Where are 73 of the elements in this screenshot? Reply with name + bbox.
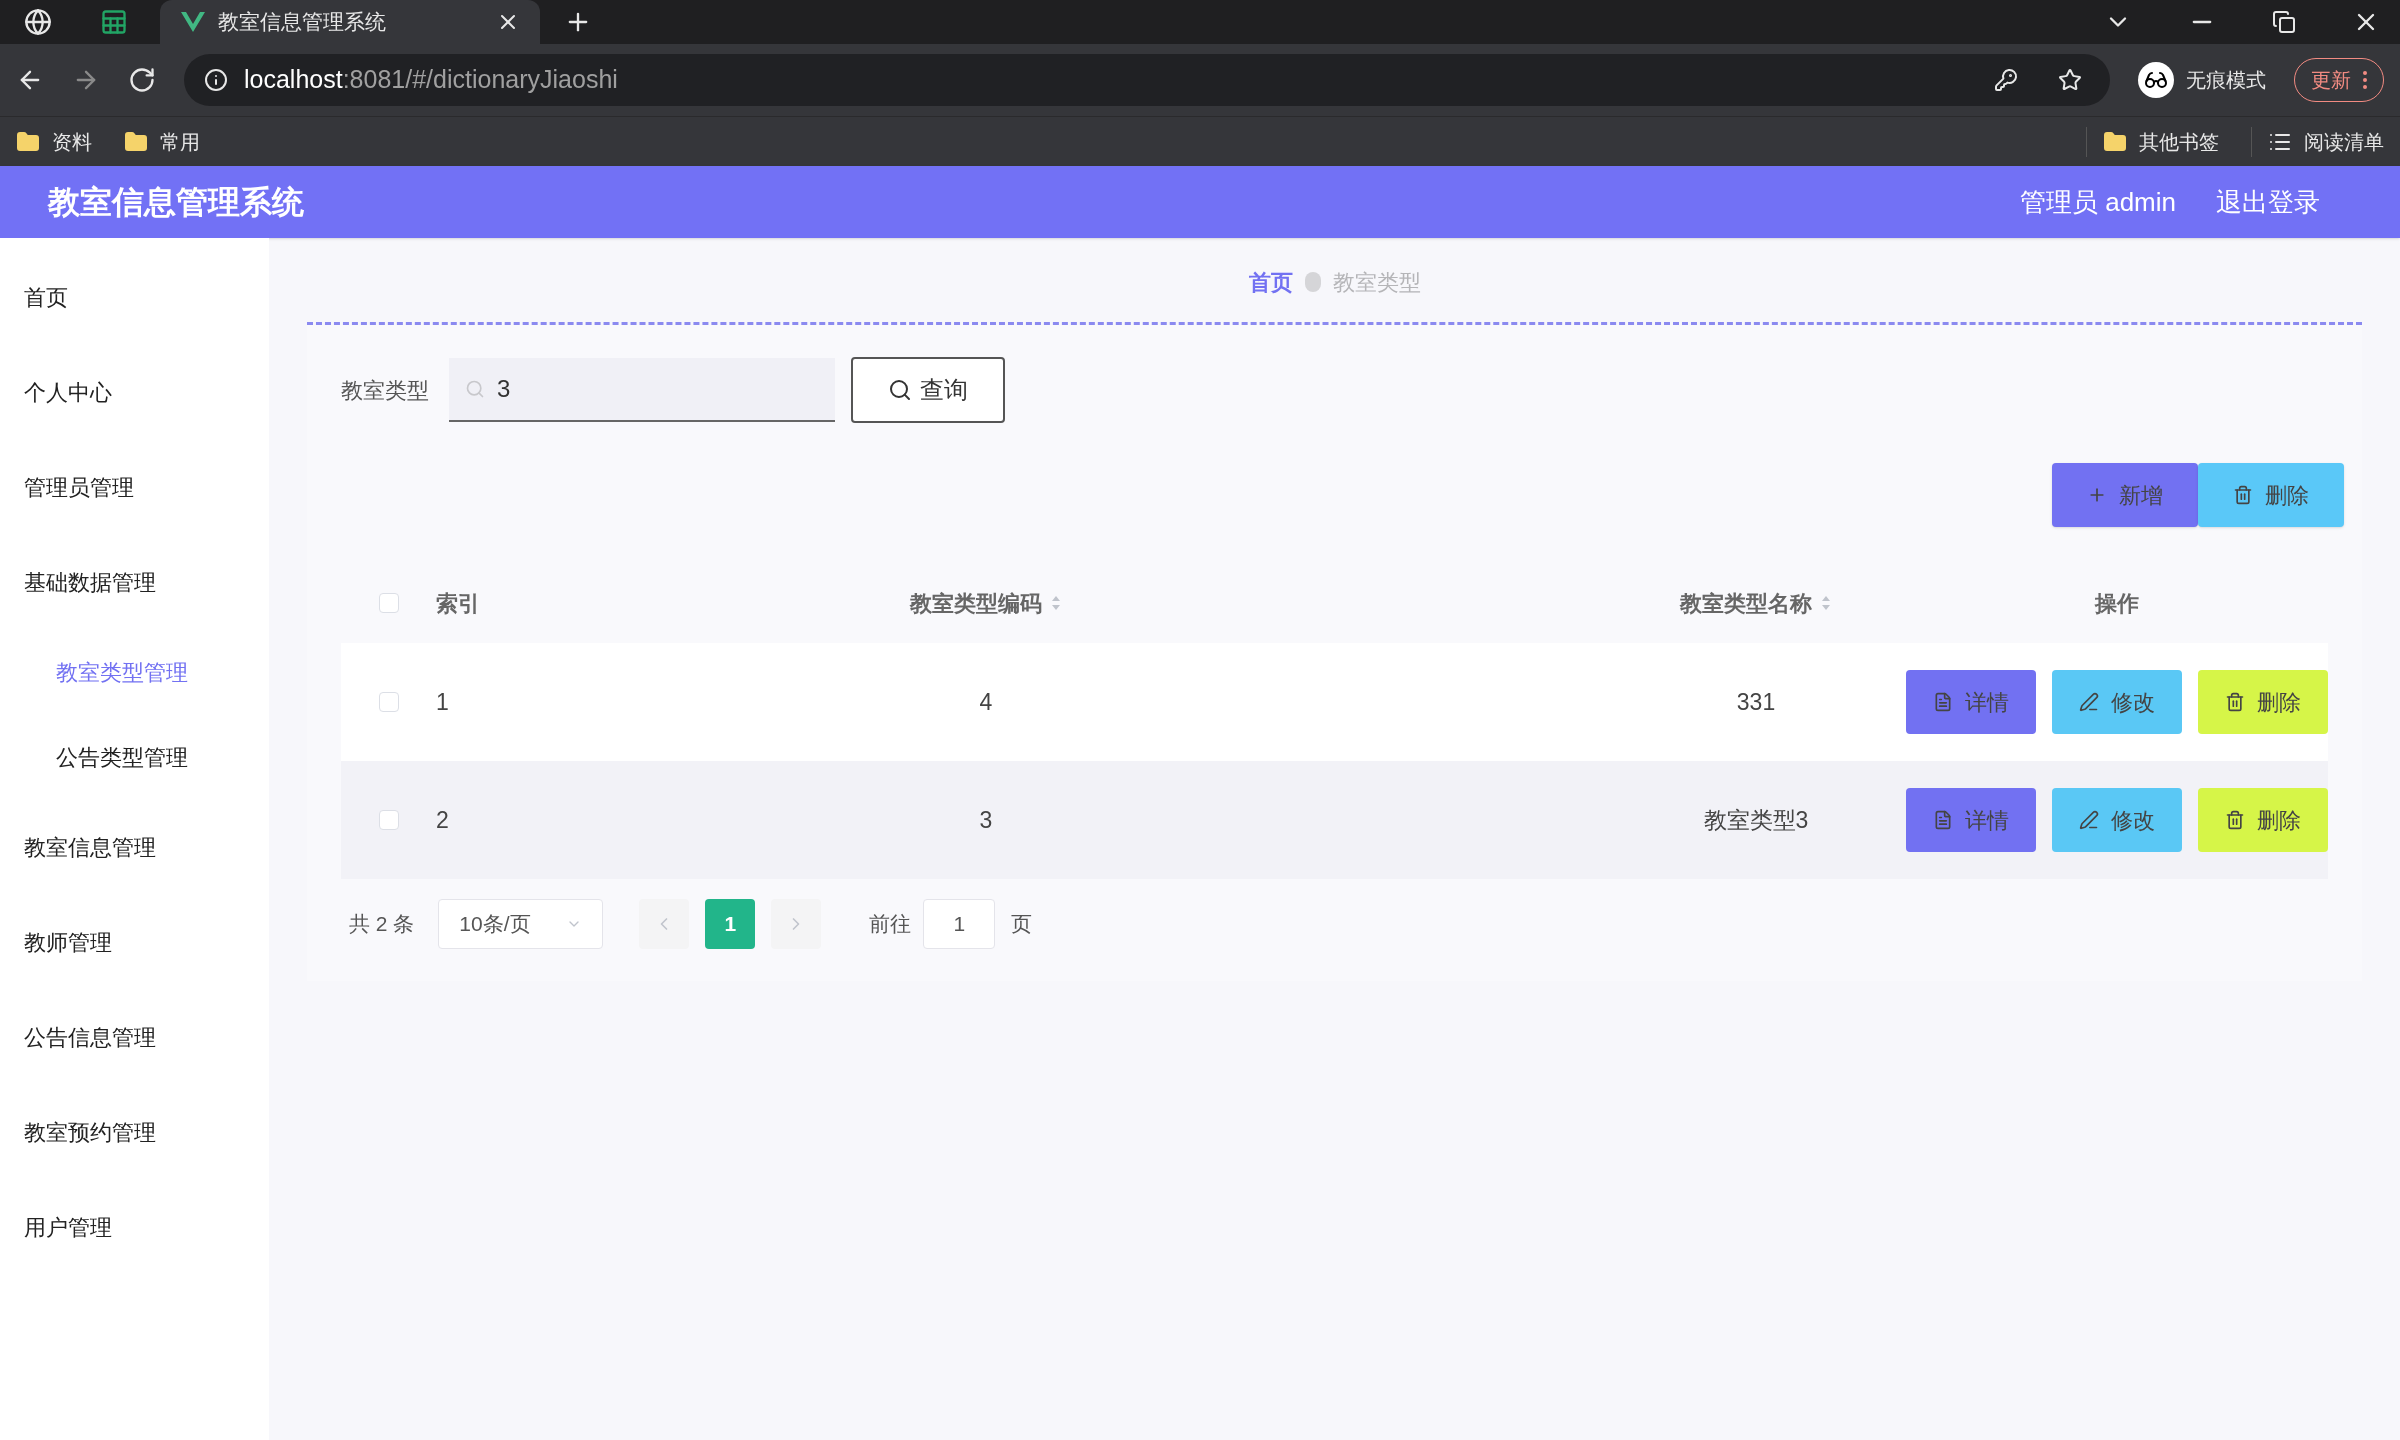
search-field[interactable]: 3 [449,358,835,422]
folder-icon [2103,129,2127,154]
column-header: 教室类型编码 [910,589,1042,618]
address-bar[interactable]: localhost:8081/#/dictionaryJiaoshi [184,54,2110,106]
tab-title: 教室信息管理系统 [218,9,387,36]
app-title: 教室信息管理系统 [48,183,305,222]
sidebar-item[interactable]: 教师管理 [0,895,269,990]
star-icon[interactable] [2058,68,2082,92]
sidebar-item[interactable]: 个人中心 [0,345,269,440]
bookmark[interactable]: 资料 [16,126,92,157]
goto-label: 前往 [869,911,912,938]
search-icon [888,378,912,402]
document-icon [1933,810,1953,830]
delete-button[interactable]: 删除 [2198,670,2328,734]
table-cell: 1 [436,688,449,715]
edit-button[interactable]: 修改 [2052,788,2182,852]
info-icon[interactable] [204,68,228,92]
delete-button[interactable]: 删除 [2198,463,2344,527]
url-text: localhost:8081/#/dictionaryJiaoshi [244,64,619,96]
document-icon [1933,692,1953,712]
sidebar-item[interactable]: 公告信息管理 [0,990,269,1085]
more-icon [2363,71,2367,89]
logout-link[interactable]: 退出登录 [2216,182,2320,222]
breadcrumb-separator-icon [1304,272,1321,292]
table-cell-text: 教室类型3 [1703,805,1809,835]
edit-button[interactable]: 修改 [2052,670,2182,734]
browser-tab[interactable]: 教室信息管理系统 [160,0,540,44]
user-label: 管理员 admin [2019,185,2176,219]
search-icon [465,379,485,399]
table-cell-text: 4 [979,687,993,717]
sidebar-subitem[interactable]: 公告类型管理 [0,715,269,800]
restore-icon[interactable] [2272,10,2296,34]
bookmark[interactable]: 阅读清单 [2251,126,2384,157]
total-count: 共 2 条 [349,911,415,938]
v-logo-icon [180,11,206,33]
checkbox[interactable] [378,593,399,613]
breadcrumb-item: 教室类型 [1332,268,1421,297]
sidebar-item[interactable]: 教室信息管理 [0,800,269,895]
checkbox[interactable] [378,692,399,712]
column-header: 索引 [436,589,480,618]
folder-icon [124,129,148,154]
trash-icon [2233,485,2253,505]
goto-suffix: 页 [1011,911,1033,938]
table-cell: 2 [436,806,449,833]
field-label: 教室类型 [341,376,429,405]
column-header: 教室类型名称 [1680,589,1812,618]
column-header: 操作 [2095,589,2139,618]
sidebar-item[interactable]: 首页 [0,250,269,345]
folder-icon [16,129,40,154]
pen-icon [2079,810,2099,830]
page-size-select[interactable]: 10条/页 [438,899,604,949]
bookmark[interactable]: 其他书签 [2086,126,2219,157]
profile-chip[interactable]: 无痕模式 [2138,62,2266,98]
table-cell-text: 3 [979,805,993,835]
sidebar-subitem[interactable]: 教室类型管理 [0,630,269,715]
sidebar-item[interactable]: 用户管理 [0,1180,269,1275]
pen-icon [2079,692,2099,712]
trash-icon [2225,692,2245,712]
trash-icon [2225,810,2245,830]
sidebar-item[interactable]: 教室预约管理 [0,1085,269,1180]
key-icon[interactable] [1994,68,2018,92]
reload-icon[interactable] [128,66,156,94]
sidebar-item[interactable]: 管理员管理 [0,440,269,535]
delete-button[interactable]: 删除 [2198,788,2328,852]
table-cell-text: 331 [1736,687,1776,717]
goto-page-field[interactable]: 1 [923,899,996,949]
search-button[interactable]: 查询 [851,357,1005,423]
bookmark[interactable]: 常用 [124,126,200,157]
sidebar-item[interactable]: 基础数据管理 [0,535,269,630]
breadcrumb-item[interactable]: 首页 [1248,265,1293,299]
globe-icon[interactable] [24,8,52,36]
checkbox[interactable] [378,810,399,830]
spreadsheet-icon[interactable] [100,8,128,36]
